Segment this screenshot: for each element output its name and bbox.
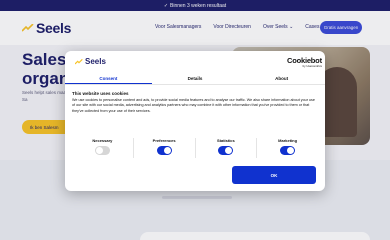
statistics-toggle[interactable] — [218, 146, 234, 155]
ok-button[interactable]: OK — [232, 166, 316, 184]
category-label: Preferences — [152, 138, 176, 143]
tab-consent[interactable]: Consent — [65, 73, 152, 84]
modal-logo-text: Seels — [85, 57, 106, 66]
consent-tabs: Consent Details About — [65, 73, 325, 85]
marketing-toggle[interactable] — [280, 146, 296, 155]
category-label: Necessary — [92, 138, 113, 143]
modal-logo-arrow-icon — [75, 58, 83, 64]
category-label: Statistics — [216, 138, 235, 143]
category-label: Marketing — [278, 138, 298, 143]
category-preferences: Preferences — [134, 138, 196, 158]
cookiebot-logo[interactable]: Cookiebot by Usercentrics — [287, 56, 322, 68]
dialog-body: We use cookies to personalise content an… — [72, 98, 315, 113]
modal-logo: Seels — [75, 57, 106, 66]
category-statistics: Statistics — [196, 138, 258, 158]
dialog-title: This website uses cookies — [72, 91, 129, 96]
tab-about[interactable]: About — [238, 73, 325, 84]
tab-details[interactable]: Details — [152, 73, 239, 84]
cookie-consent-dialog: Seels Cookiebot by Usercentrics Consent … — [65, 51, 325, 191]
preferences-toggle[interactable] — [156, 146, 172, 155]
category-marketing: Marketing — [257, 138, 318, 158]
necessary-toggle[interactable] — [94, 146, 110, 155]
category-necessary: Necessary — [72, 138, 134, 158]
consent-categories: Necessary Preferences Statistics Marketi… — [72, 138, 318, 158]
